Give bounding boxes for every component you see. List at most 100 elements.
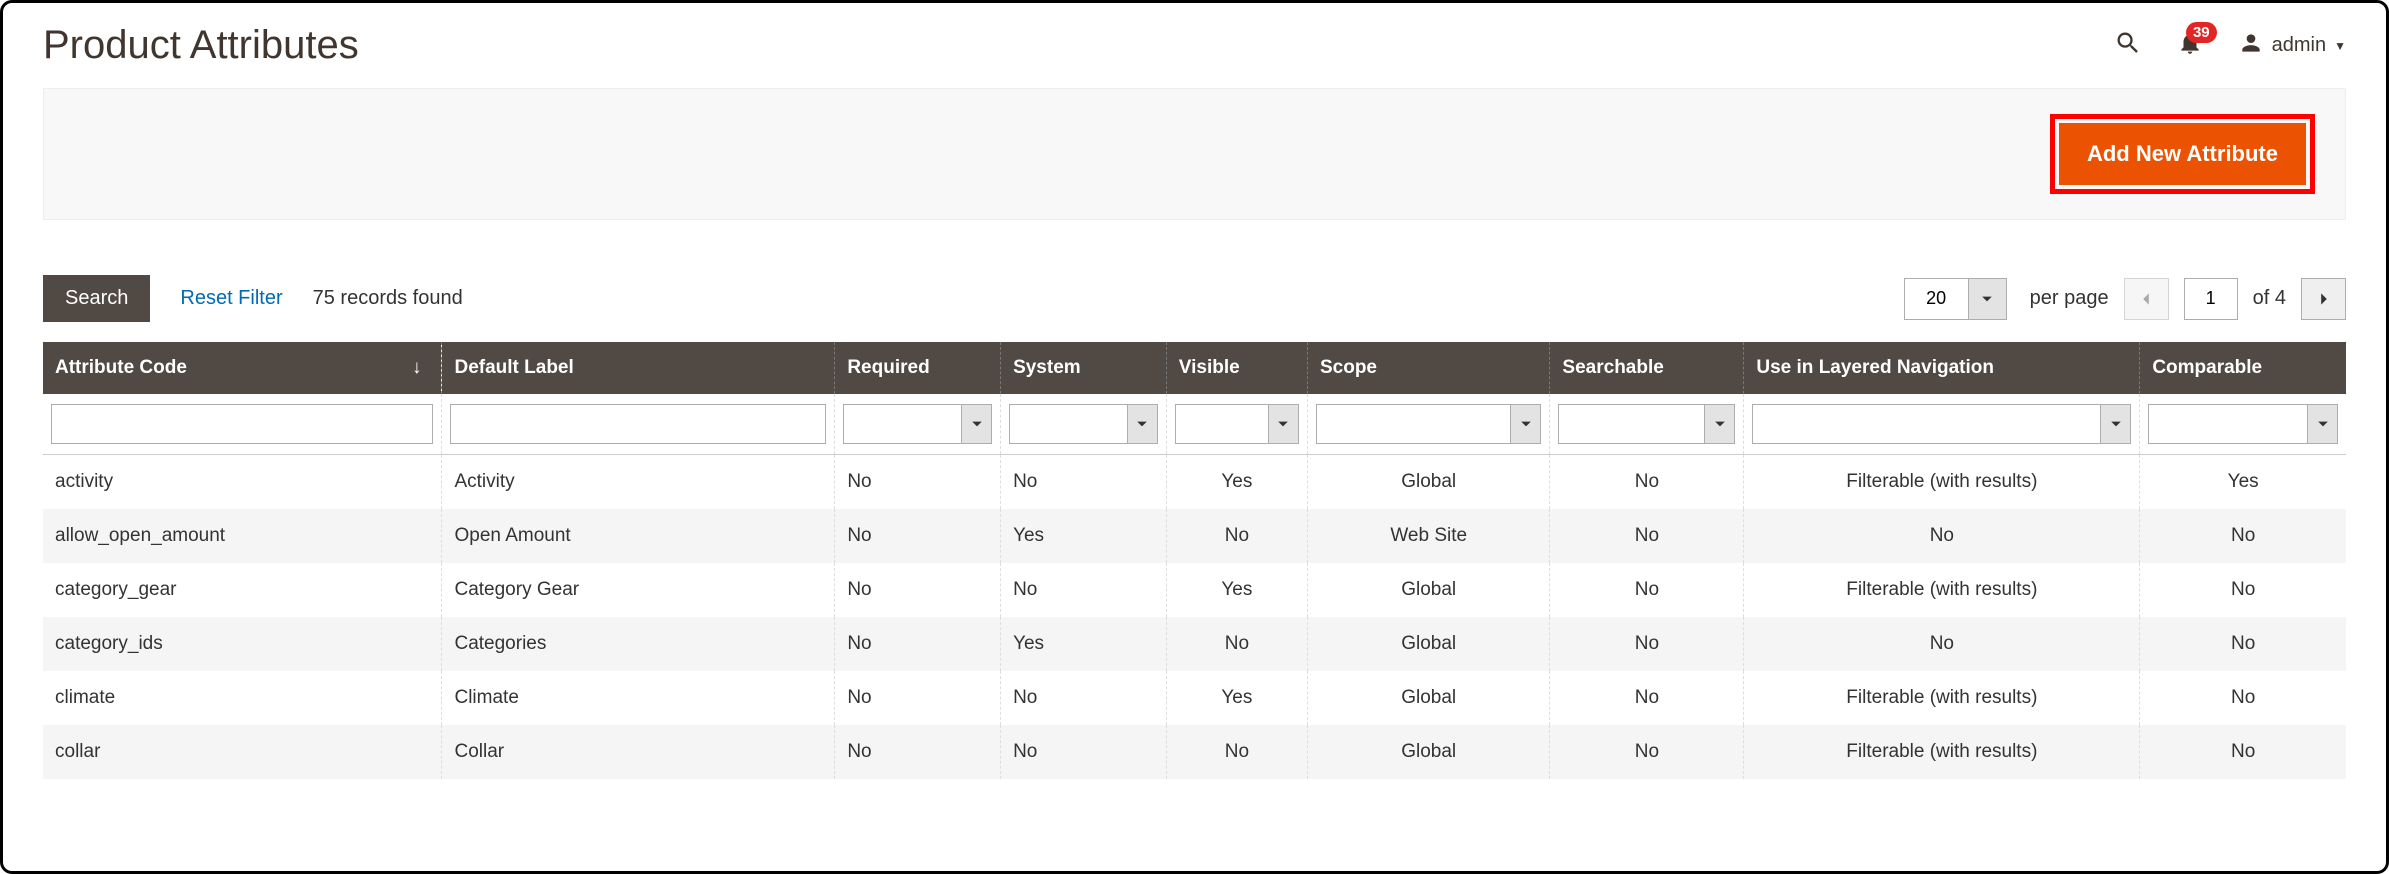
cell-required: No	[835, 455, 1001, 510]
cell-attribute-code: collar	[43, 725, 442, 779]
table-row[interactable]: activityActivityNoNoYesGlobalNoFilterabl…	[43, 455, 2346, 510]
col-system[interactable]: System	[1001, 342, 1167, 394]
records-found: 75 records found	[313, 287, 463, 310]
cell-required: No	[835, 563, 1001, 617]
bell-icon	[2177, 43, 2203, 60]
attributes-grid: Attribute Code↓ Default Label Required S…	[43, 342, 2346, 779]
add-new-attribute-button[interactable]: Add New Attribute	[2059, 123, 2306, 185]
cell-scope: Global	[1307, 725, 1549, 779]
filter-system[interactable]	[1009, 404, 1158, 444]
cell-visible: Yes	[1166, 455, 1307, 510]
search-icon[interactable]	[2114, 29, 2142, 62]
cell-required: No	[835, 617, 1001, 671]
table-row[interactable]: collarCollarNoNoNoGlobalNoFilterable (wi…	[43, 725, 2346, 779]
table-row[interactable]: allow_open_amountOpen AmountNoYesNoWeb S…	[43, 509, 2346, 563]
cell-layered-nav: No	[1744, 509, 2140, 563]
next-page-button[interactable]	[2301, 278, 2346, 320]
col-layered-nav[interactable]: Use in Layered Navigation	[1744, 342, 2140, 394]
cell-required: No	[835, 671, 1001, 725]
col-default-label[interactable]: Default Label	[442, 342, 835, 394]
cell-comparable: No	[2140, 563, 2346, 617]
col-required[interactable]: Required	[835, 342, 1001, 394]
search-button[interactable]: Search	[43, 275, 150, 322]
caret-down-icon	[1705, 404, 1735, 444]
filter-visible[interactable]	[1175, 404, 1299, 444]
filter-searchable[interactable]	[1558, 404, 1735, 444]
col-attribute-code[interactable]: Attribute Code↓	[43, 342, 442, 394]
cell-default-label: Activity	[442, 455, 835, 510]
add-attribute-highlight: Add New Attribute	[2050, 114, 2315, 194]
notifications-button[interactable]: 39	[2177, 30, 2203, 61]
table-row[interactable]: category_gearCategory GearNoNoYesGlobalN…	[43, 563, 2346, 617]
filter-scope[interactable]	[1316, 404, 1541, 444]
per-page-input[interactable]	[1904, 278, 1969, 320]
page-input[interactable]	[2184, 278, 2238, 320]
caret-down-icon[interactable]	[1969, 278, 2007, 320]
cell-attribute-code: category_gear	[43, 563, 442, 617]
cell-layered-nav: No	[1744, 617, 2140, 671]
filter-required[interactable]	[843, 404, 992, 444]
cell-scope: Global	[1307, 455, 1549, 510]
cell-attribute-code: allow_open_amount	[43, 509, 442, 563]
col-scope[interactable]: Scope	[1307, 342, 1549, 394]
cell-layered-nav: Filterable (with results)	[1744, 455, 2140, 510]
col-comparable[interactable]: Comparable	[2140, 342, 2346, 394]
cell-comparable: No	[2140, 725, 2346, 779]
prev-page-button[interactable]	[2124, 278, 2169, 320]
cell-comparable: No	[2140, 509, 2346, 563]
per-page-select[interactable]	[1904, 278, 2007, 320]
cell-required: No	[835, 509, 1001, 563]
cell-visible: Yes	[1166, 563, 1307, 617]
filter-attribute-code[interactable]	[51, 404, 433, 444]
cell-scope: Global	[1307, 617, 1549, 671]
cell-scope: Web Site	[1307, 509, 1549, 563]
cell-default-label: Climate	[442, 671, 835, 725]
cell-layered-nav: Filterable (with results)	[1744, 725, 2140, 779]
table-row[interactable]: climateClimateNoNoYesGlobalNoFilterable …	[43, 671, 2346, 725]
cell-visible: Yes	[1166, 671, 1307, 725]
col-visible[interactable]: Visible	[1166, 342, 1307, 394]
per-page-label: per page	[2030, 287, 2109, 310]
cell-default-label: Collar	[442, 725, 835, 779]
cell-searchable: No	[1550, 725, 1744, 779]
cell-attribute-code: category_ids	[43, 617, 442, 671]
table-row[interactable]: category_idsCategoriesNoYesNoGlobalNoNoN…	[43, 617, 2346, 671]
cell-searchable: No	[1550, 563, 1744, 617]
filter-bar: Search Reset Filter 75 records found per…	[43, 275, 2346, 322]
cell-scope: Global	[1307, 671, 1549, 725]
caret-down-icon	[2101, 404, 2131, 444]
filter-layered-nav[interactable]	[1752, 404, 2131, 444]
user-menu[interactable]: admin ▼	[2238, 30, 2346, 62]
cell-searchable: No	[1550, 509, 1744, 563]
cell-required: No	[835, 725, 1001, 779]
reset-filter-link[interactable]: Reset Filter	[180, 287, 282, 310]
caret-down-icon	[1128, 404, 1158, 444]
cell-system: Yes	[1001, 509, 1167, 563]
cell-default-label: Category Gear	[442, 563, 835, 617]
cell-system: No	[1001, 563, 1167, 617]
filter-default-label[interactable]	[450, 404, 826, 444]
cell-system: No	[1001, 671, 1167, 725]
sort-arrow-down-icon: ↓	[412, 357, 422, 379]
cell-searchable: No	[1550, 671, 1744, 725]
cell-scope: Global	[1307, 563, 1549, 617]
cell-visible: No	[1166, 725, 1307, 779]
cell-visible: No	[1166, 509, 1307, 563]
cell-default-label: Categories	[442, 617, 835, 671]
page-of-label: of 4	[2253, 287, 2286, 310]
col-searchable[interactable]: Searchable	[1550, 342, 1744, 394]
filter-row	[43, 394, 2346, 455]
caret-down-icon	[1269, 404, 1299, 444]
caret-down-icon	[2308, 404, 2338, 444]
user-label: admin	[2272, 34, 2326, 57]
filter-comparable[interactable]	[2148, 404, 2338, 444]
cell-layered-nav: Filterable (with results)	[1744, 671, 2140, 725]
user-icon	[2238, 30, 2264, 62]
page-title: Product Attributes	[43, 23, 359, 68]
cell-system: No	[1001, 455, 1167, 510]
cell-layered-nav: Filterable (with results)	[1744, 563, 2140, 617]
cell-comparable: No	[2140, 617, 2346, 671]
notification-badge: 39	[2186, 22, 2217, 43]
cell-searchable: No	[1550, 455, 1744, 510]
caret-down-icon	[962, 404, 992, 444]
